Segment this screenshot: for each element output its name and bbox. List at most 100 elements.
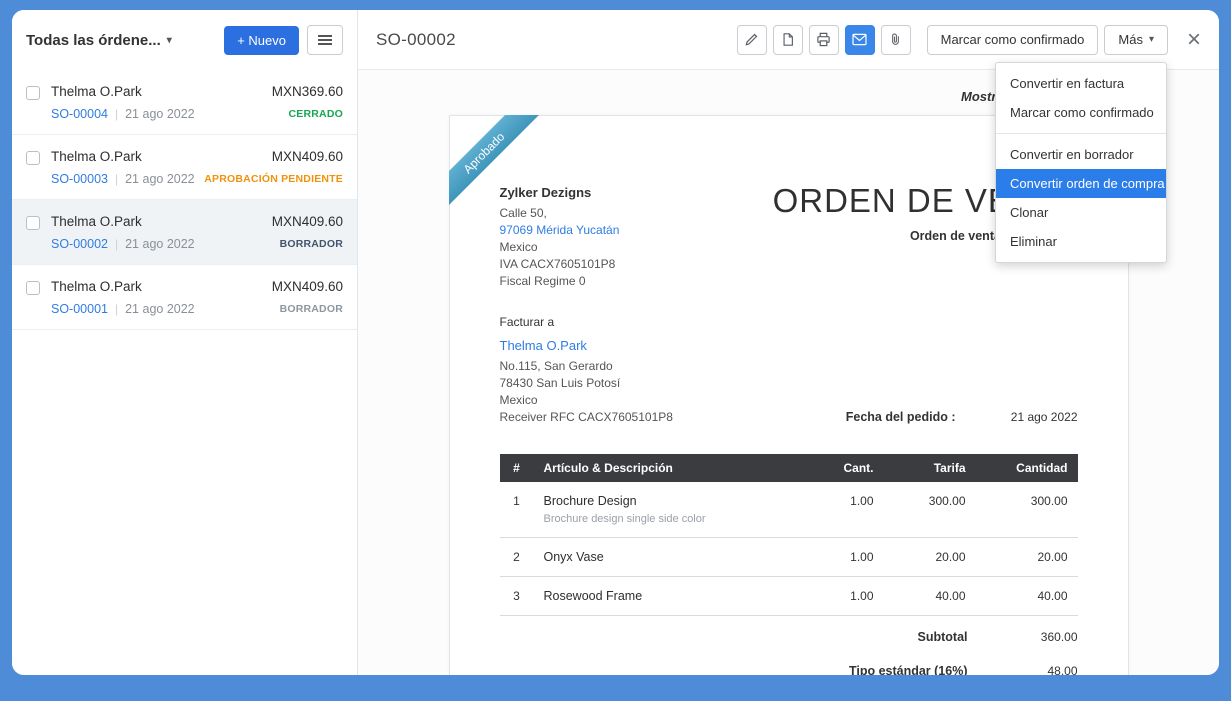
- pencil-icon: [744, 32, 759, 47]
- order-number-link[interactable]: SO-00001: [51, 302, 108, 316]
- pdf-button[interactable]: [773, 25, 803, 55]
- edit-button[interactable]: [737, 25, 767, 55]
- item-index: 3: [500, 577, 534, 616]
- sidebar: Todas las órdene... ▾ + Nuevo Thelma O.P…: [12, 10, 358, 675]
- order-row[interactable]: Thelma O.Park MXN369.60 SO-00004 | 21 ag…: [12, 70, 357, 135]
- print-button[interactable]: [809, 25, 839, 55]
- order-row[interactable]: Thelma O.Park MXN409.60 SO-00003 | 21 ag…: [12, 135, 357, 200]
- status-badge: BORRADOR: [280, 238, 343, 250]
- menu-item-mark-confirmed[interactable]: Marcar como confirmado: [996, 98, 1166, 127]
- item-rate: 40.00: [884, 577, 976, 616]
- total-label: Subtotal: [918, 630, 968, 644]
- order-list: Thelma O.Park MXN369.60 SO-00004 | 21 ag…: [12, 70, 357, 675]
- item-index: 1: [500, 482, 534, 538]
- bill-to-block: Facturar a Thelma O.Park No.115, San Ger…: [500, 314, 673, 426]
- more-button[interactable]: Más ▾: [1104, 25, 1168, 55]
- item-amount: 40.00: [976, 577, 1078, 616]
- order-checkbox[interactable]: [26, 281, 40, 295]
- customer-name-link[interactable]: Thelma O.Park: [500, 337, 587, 354]
- order-amount: MXN409.60: [272, 149, 343, 164]
- billing-section: Facturar a Thelma O.Park No.115, San Ger…: [500, 314, 1078, 426]
- close-button[interactable]: ×: [1187, 28, 1201, 52]
- status-badge: CERRADO: [289, 108, 344, 120]
- separator: |: [115, 172, 118, 186]
- more-button-label: Más: [1118, 32, 1143, 47]
- company-fiscal-regime: Fiscal Regime 0: [500, 273, 620, 290]
- list-options-button[interactable]: [307, 25, 343, 55]
- envelope-icon: [852, 33, 867, 46]
- order-number-link[interactable]: SO-00004: [51, 107, 108, 121]
- company-tax-id: IVA CACX7605101P8: [500, 256, 620, 273]
- order-row-body: Thelma O.Park MXN369.60 SO-00004 | 21 ag…: [51, 84, 343, 121]
- paperclip-icon: [889, 32, 902, 47]
- order-amount: MXN369.60: [272, 84, 343, 99]
- new-order-button[interactable]: + Nuevo: [224, 26, 299, 55]
- company-country: Mexico: [500, 239, 620, 256]
- desktop-background: Todas las órdene... ▾ + Nuevo Thelma O.P…: [0, 0, 1231, 701]
- order-amount: MXN409.60: [272, 279, 343, 294]
- order-number-link[interactable]: SO-00003: [51, 172, 108, 186]
- total-row-subtotal: Subtotal 360.00: [500, 620, 1078, 654]
- order-number-link[interactable]: SO-00002: [51, 237, 108, 251]
- item-amount: 20.00: [976, 538, 1078, 577]
- orders-filter-dropdown[interactable]: Todas las órdene... ▾: [26, 32, 216, 49]
- item-qty: 1.00: [804, 482, 884, 538]
- order-date-label: Fecha del pedido :: [846, 410, 956, 424]
- sidebar-header: Todas las órdene... ▾ + Nuevo: [12, 10, 357, 70]
- order-date: 21 ago 2022: [125, 237, 195, 251]
- detail-header: SO-00002: [358, 10, 1219, 70]
- email-button[interactable]: [845, 25, 875, 55]
- approval-ribbon-label: Aprobado: [449, 115, 546, 215]
- column-header-rate: Tarifa: [884, 454, 976, 482]
- item-name: Brochure Design: [544, 494, 794, 508]
- menu-divider: [996, 133, 1166, 134]
- order-date-value: 21 ago 2022: [956, 410, 1078, 424]
- status-badge: APROBACIÓN PENDIENTE: [204, 173, 343, 185]
- column-header-qty: Cant.: [804, 454, 884, 482]
- chevron-down-icon: ▾: [1149, 34, 1154, 45]
- menu-item-clone[interactable]: Clonar: [996, 198, 1166, 227]
- customer-name: Thelma O.Park: [51, 214, 142, 229]
- order-date: 21 ago 2022: [125, 302, 195, 316]
- item-qty: 1.00: [804, 538, 884, 577]
- menu-item-convert-invoice[interactable]: Convertir en factura: [996, 69, 1166, 98]
- menu-item-convert-draft[interactable]: Convertir en borrador: [996, 140, 1166, 169]
- order-row[interactable]: Thelma O.Park MXN409.60 SO-00001 | 21 ag…: [12, 265, 357, 330]
- order-row-selected[interactable]: Thelma O.Park MXN409.60 SO-00002 | 21 ag…: [12, 200, 357, 265]
- order-checkbox[interactable]: [26, 151, 40, 165]
- item-rate: 20.00: [884, 538, 976, 577]
- menu-item-delete[interactable]: Eliminar: [996, 227, 1166, 256]
- status-badge: BORRADOR: [280, 303, 343, 315]
- page-title: SO-00002: [376, 30, 737, 50]
- items-table-header-row: # Artículo & Descripción Cant. Tarifa Ca…: [500, 454, 1078, 482]
- order-row-body: Thelma O.Park MXN409.60 SO-00003 | 21 ag…: [51, 149, 343, 186]
- table-row: 3 Rosewood Frame 1.00 40.00 40.00: [500, 577, 1078, 616]
- item-cell: Rosewood Frame: [534, 577, 804, 616]
- menu-item-convert-purchase-order[interactable]: Convertir orden de compra: [996, 169, 1166, 198]
- order-checkbox[interactable]: [26, 216, 40, 230]
- printer-icon: [816, 32, 831, 47]
- chevron-down-icon: ▾: [167, 35, 172, 46]
- totals-section: Subtotal 360.00 Tipo estándar (16%) 48.0…: [500, 620, 1078, 675]
- confirm-button[interactable]: Marcar como confirmado: [927, 25, 1099, 55]
- items-table: # Artículo & Descripción Cant. Tarifa Ca…: [500, 454, 1078, 616]
- customer-name: Thelma O.Park: [51, 84, 142, 99]
- more-menu: Convertir en factura Marcar como confirm…: [995, 62, 1167, 263]
- toolbar: Marcar como confirmado Más ▾ ×: [737, 25, 1201, 55]
- orders-filter-label: Todas las órdene...: [26, 32, 161, 49]
- item-description: Brochure design single side color: [544, 513, 794, 525]
- attach-button[interactable]: [881, 25, 911, 55]
- column-header-amount: Cantidad: [976, 454, 1078, 482]
- item-index: 2: [500, 538, 534, 577]
- document-icon: [781, 32, 795, 47]
- order-checkbox[interactable]: [26, 86, 40, 100]
- document-top: Zylker Dezigns Calle 50, 97069 Mérida Yu…: [500, 184, 1078, 290]
- item-qty: 1.00: [804, 577, 884, 616]
- order-row-body: Thelma O.Park MXN409.60 SO-00002 | 21 ag…: [51, 214, 343, 251]
- column-header-item: Artículo & Descripción: [534, 454, 804, 482]
- separator: |: [115, 302, 118, 316]
- separator: |: [115, 237, 118, 251]
- order-date-row: Fecha del pedido : 21 ago 2022: [846, 410, 1078, 426]
- item-cell: Brochure Design Brochure design single s…: [534, 482, 804, 538]
- main-panel: SO-00002: [358, 10, 1219, 675]
